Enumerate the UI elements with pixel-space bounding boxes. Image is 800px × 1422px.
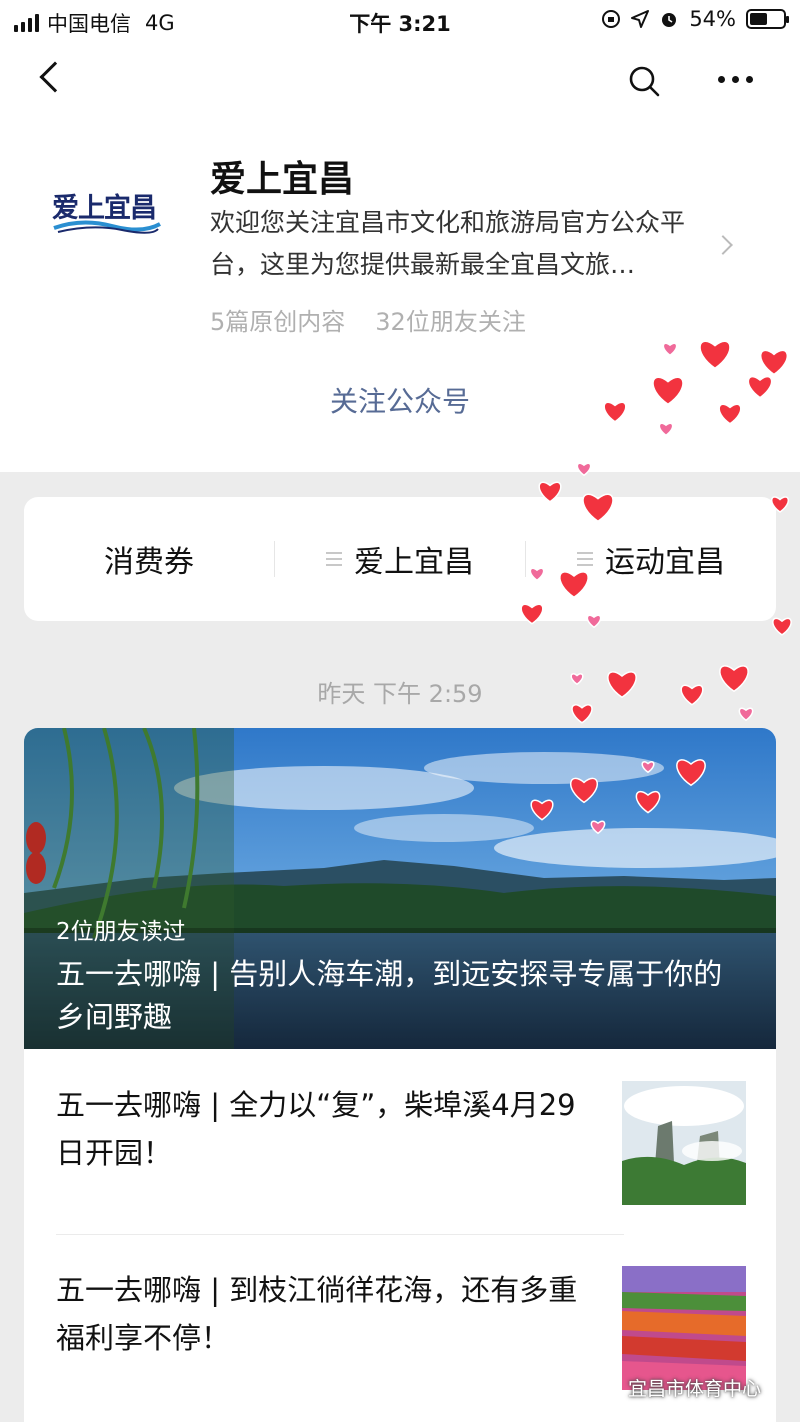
alarm-icon [662, 13, 677, 27]
wechat-icon [600, 1379, 622, 1396]
account-description[interactable]: 欢迎您关注宜昌市文化和旅游局官方公众平台，这里为您提供最新最全宜昌文旅… [210, 202, 710, 286]
article-message-card: 2位朋友读过 五一去哪嗨 | 告别人海车潮，到远安探寻专属于你的乡间野趣 五一去… [24, 728, 776, 1422]
submenu-icon [326, 552, 342, 566]
chevron-right-icon[interactable] [713, 235, 733, 255]
rotation-lock-icon [602, 10, 621, 28]
account-name: 爱上宜昌 [210, 159, 355, 200]
nav-bar [0, 44, 800, 120]
article-title: 五一去哪嗨 | 全力以“复”，柴埠溪4月29日开园！ [56, 1088, 576, 1170]
follow-button[interactable]: 关注公众号 [0, 380, 800, 420]
submenu-icon [577, 552, 593, 566]
account-profile: 爱上宜昌 爱上宜昌 欢迎您关注宜昌市文化和旅游局官方公众平台，这里为您提供最新最… [0, 120, 800, 472]
heart-icon [772, 617, 792, 636]
menu-item-label: 爱上宜昌 [354, 545, 474, 580]
friends-read-label: 2位朋友读过 [56, 919, 186, 945]
article-thumbnail [622, 1266, 746, 1390]
article-thumbnail [622, 1081, 746, 1205]
more-icon[interactable] [718, 76, 753, 83]
account-stats: 5篇原创内容 32位朋友关注 [210, 302, 526, 337]
heart-icon [738, 707, 754, 722]
battery-icon [746, 9, 789, 29]
account-menu: 消费券 爱上宜昌 运动宜昌 [24, 497, 776, 621]
watermark-text: 宜昌市体育中心 [628, 1378, 762, 1400]
article-divider [56, 1234, 624, 1235]
logo-wave-icon [53, 220, 161, 234]
friends-following: 32位朋友关注 [375, 308, 526, 336]
message-timestamp: 昨天 下午 2:59 [317, 680, 483, 708]
menu-item-label: 消费券 [104, 545, 194, 580]
menu-item-sports-yichang[interactable]: 运动宜昌 [526, 537, 776, 581]
account-logo: 爱上宜昌 [48, 182, 166, 246]
menu-item-label: 运动宜昌 [605, 545, 725, 580]
original-count: 5篇原创内容 [210, 308, 346, 336]
back-icon[interactable] [39, 61, 71, 93]
location-icon [631, 10, 650, 28]
search-icon[interactable] [627, 64, 661, 98]
menu-item-coupons[interactable]: 消费券 [24, 537, 274, 581]
article-title: 五一去哪嗨 | 到枝江徜徉花海，还有多重福利享不停！ [56, 1273, 578, 1355]
menu-item-love-yichang[interactable]: 爱上宜昌 [275, 537, 525, 581]
watermark: 宜昌市体育中心 [600, 1374, 761, 1401]
status-right: 54% [601, 7, 789, 31]
cover-article-title: 五一去哪嗨 | 告别人海车潮，到远安探寻专属于你的乡间野趣 [56, 957, 723, 1034]
cover-article[interactable]: 2位朋友读过 五一去哪嗨 | 告别人海车潮，到远安探寻专属于你的乡间野趣 [24, 728, 776, 1049]
status-bar: 中国电信 4G 下午 3:21 54% [0, 0, 800, 44]
battery-percent: 54% [689, 7, 736, 31]
